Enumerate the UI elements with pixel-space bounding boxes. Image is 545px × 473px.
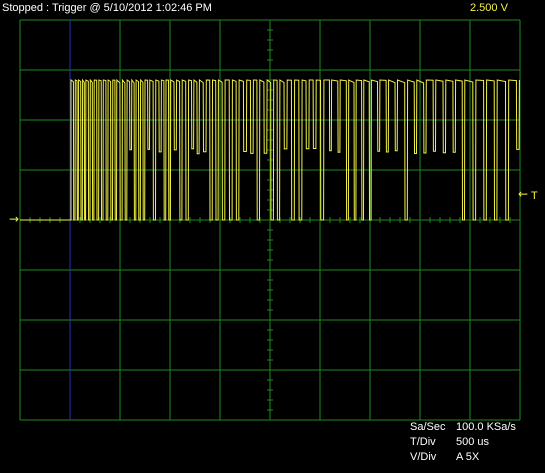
- readout-volt-div-value: A 5X: [456, 451, 480, 463]
- trigger-level-label: T: [531, 190, 538, 202]
- readout-sample-rate-label: Sa/Sec: [410, 421, 446, 433]
- readout-time-div-value: 500 us: [456, 436, 490, 448]
- readout-sample-rate-value: 100.0 KSa/s: [456, 421, 516, 433]
- trigger-level-arrow-left-icon: ←: [518, 187, 528, 201]
- readout-time-div-label: T/Div: [410, 436, 436, 448]
- readout-volt-div-label: V/Div: [410, 451, 437, 463]
- ground-marker-arrow-right-icon: →: [9, 212, 19, 226]
- scope-display: → ← T: [9, 19, 538, 421]
